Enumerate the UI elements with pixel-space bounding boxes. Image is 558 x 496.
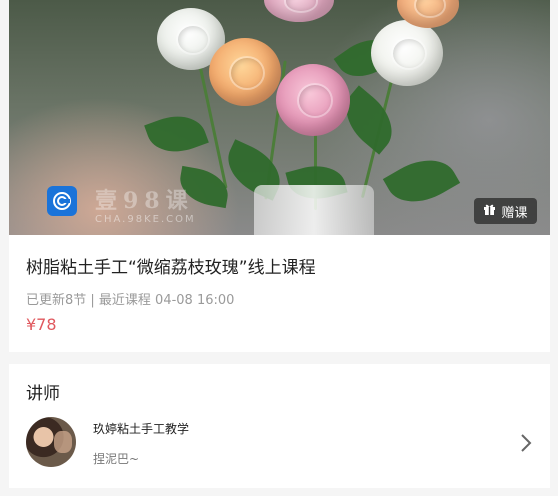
gift-icon [483,203,496,220]
teacher-subtitle: 捏泥巴~ [93,452,140,466]
glass-vase [254,185,374,235]
course-update-meta: 已更新8节 | 最近课程 04-08 16:00 [26,293,235,308]
leaf-decoration [382,146,461,216]
course-price: ¥78 [26,315,57,334]
teacher-card: 讲师 玖婷粘土手工教学 捏泥巴~ [9,364,550,488]
gift-course-label: 赠课 [501,205,528,221]
gift-course-button[interactable]: 赠课 [474,198,537,224]
course-page: 壹98课 CHA.98KE.COM 赠课 树脂粘土手工“微缩荔枝玫瑰”线上课程 … [9,0,550,496]
orange-rose [209,38,281,106]
teacher-name: 玖婷粘土手工教学 [93,422,190,436]
teacher-row[interactable]: 玖婷粘土手工教学 捏泥巴~ [9,414,550,474]
teacher-section-title: 讲师 [26,384,60,404]
course-title: 树脂粘土手工“微缩荔枝玫瑰”线上课程 [26,258,316,278]
teacher-avatar [26,417,76,467]
c-logo-icon [47,186,77,216]
course-info-card: 树脂粘土手工“微缩荔枝玫瑰”线上课程 已更新8节 | 最近课程 04-08 16… [9,235,550,352]
chevron-right-icon [521,434,532,452]
watermark-text: 壹98课 [95,188,194,214]
course-cover-image: 壹98课 CHA.98KE.COM 赠课 [9,0,550,235]
white-rose [371,20,443,86]
pink-rose [276,64,350,136]
watermark-url: CHA.98KE.COM [95,214,196,225]
leaf-decoration [144,106,209,162]
pink-rose [264,0,334,22]
